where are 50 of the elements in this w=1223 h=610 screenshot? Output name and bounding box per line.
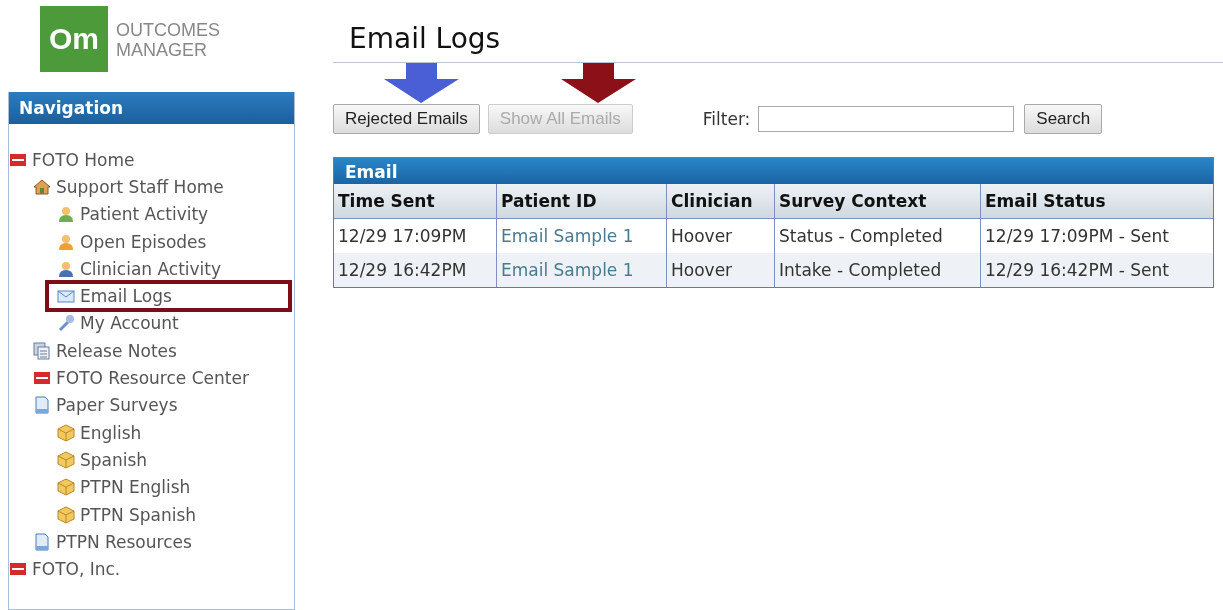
logo-mark: Om: [40, 6, 108, 72]
nav-item[interactable]: FOTO Resource Center: [33, 364, 294, 392]
person-icon: [57, 259, 75, 278]
document-icon: [33, 396, 51, 415]
nav-item[interactable]: Patient Activity: [57, 200, 294, 228]
box-icon: [57, 423, 75, 442]
nav-item[interactable]: English: [57, 418, 294, 447]
page-title: Email Logs: [333, 0, 1223, 63]
nav-item[interactable]: Email Logs: [47, 282, 290, 310]
table-cell: 12/29 16:42PM - Sent: [980, 253, 1213, 287]
box-icon: [57, 505, 75, 524]
patient-link[interactable]: Email Sample 1: [496, 253, 666, 287]
logo-text: MANAGER: [116, 40, 208, 60]
box-icon: [57, 450, 75, 469]
wrench-icon: [57, 314, 75, 333]
filter-label: Filter:: [702, 109, 751, 129]
table-cell: Intake - Completed: [774, 253, 980, 287]
document-icon: [33, 532, 51, 551]
nav-item[interactable]: Support Staff Home: [33, 173, 294, 201]
nav-item[interactable]: My Account: [57, 309, 294, 338]
nav-item[interactable]: PTPN Resources: [33, 528, 294, 556]
table-cell-text: 12/29 16:42PM: [337, 259, 468, 282]
panel-title: Navigation: [9, 92, 294, 124]
nav-item[interactable]: FOTO, Inc.: [9, 555, 294, 583]
logo-text: OUTCOMES: [116, 20, 220, 40]
nav-item[interactable]: Paper Surveys: [33, 391, 294, 419]
nav-item[interactable]: PTPN English: [57, 473, 294, 501]
nav-item[interactable]: Release Notes: [33, 337, 294, 365]
table-cell: Hoover: [666, 253, 774, 287]
table-title: Email: [334, 158, 1213, 184]
table-cell-text: 12/29 17:09PM: [337, 225, 468, 248]
column-header: Email Status: [980, 184, 1213, 218]
nav-item[interactable]: Open Episodes: [57, 227, 294, 256]
person-icon: [57, 232, 75, 251]
column-header: Clinician: [666, 184, 774, 218]
filter-field[interactable]: [758, 106, 1015, 132]
nav-item[interactable]: Clinician Activity: [57, 255, 294, 283]
nav-item[interactable]: PTPN Spanish: [57, 500, 294, 529]
envelope-icon: [57, 287, 75, 306]
nav-item[interactable]: FOTO Home: [9, 146, 294, 174]
column-header: Survey Context: [774, 184, 980, 218]
toolbar-button[interactable]: Rejected Emails: [333, 104, 480, 134]
person-icon: [57, 205, 75, 224]
nav-item[interactable]: Spanish: [57, 446, 294, 474]
column-header: Patient ID: [496, 184, 666, 218]
search-button[interactable]: Search: [1024, 104, 1103, 134]
pages-icon: [33, 341, 51, 360]
column-header: Time Sent: [337, 190, 436, 213]
box-icon: [57, 478, 75, 497]
house-icon: [33, 177, 51, 196]
